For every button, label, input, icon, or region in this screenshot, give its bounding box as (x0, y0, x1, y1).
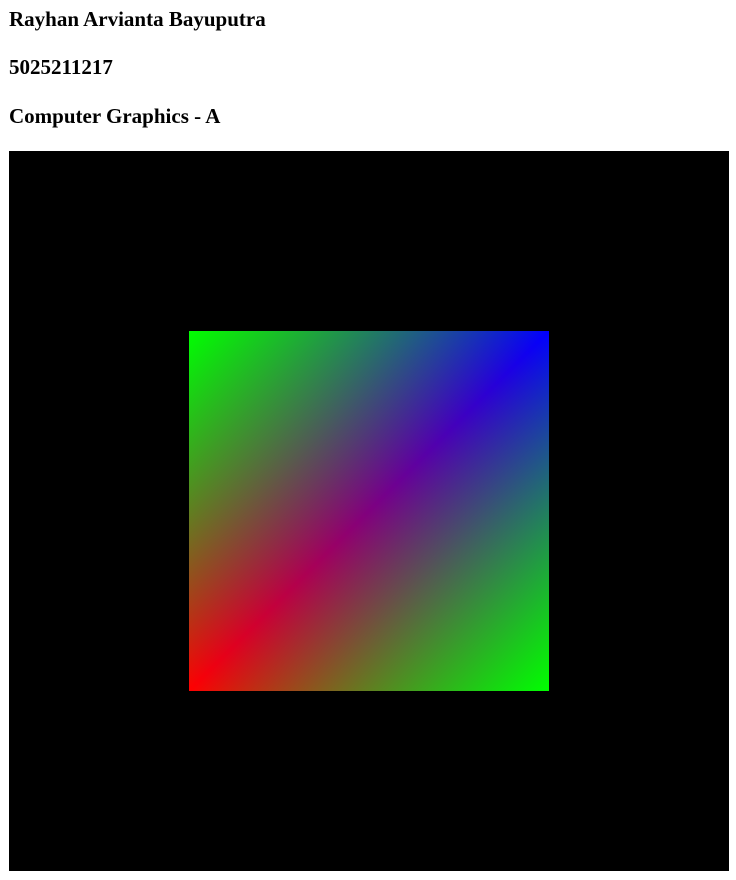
course-title: Computer Graphics - A (9, 104, 221, 128)
webgl-canvas (9, 151, 729, 871)
gradient-square-overlay (189, 331, 549, 691)
student-name: Rayhan Arvianta Bayuputra (9, 7, 266, 31)
canvas-drawing (189, 331, 549, 691)
student-id: 5025211217 (9, 55, 113, 79)
